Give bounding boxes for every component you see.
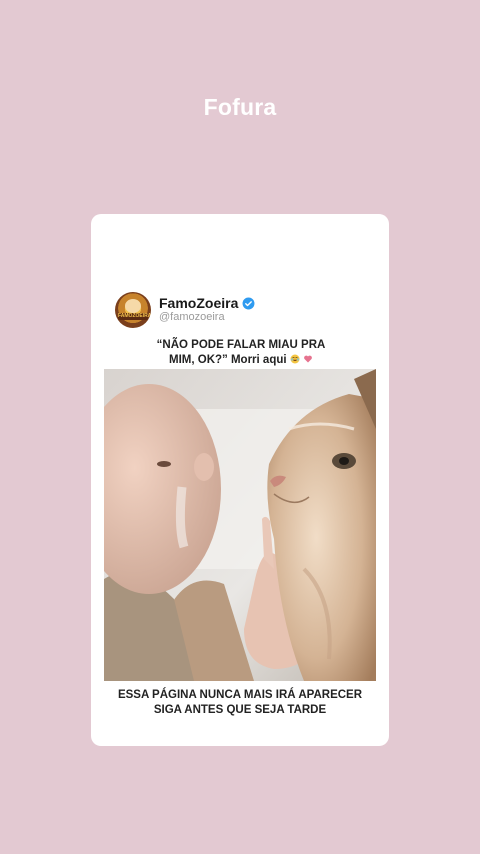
post-card[interactable]: FAMOZOEIRA FamoZoeira @famozoeira “NÃO P…: [91, 214, 389, 746]
heart-emoji-icon: [304, 355, 312, 363]
name-row: FamoZoeira: [159, 295, 255, 311]
caption-line-2-row: MIM, OK?” Morri aqui: [121, 353, 361, 368]
baby-and-cat-photo: [104, 369, 376, 681]
post-footer-text: ESSA PÁGINA NUNCA MAIS IRÁ APARECER SIGA…: [91, 688, 389, 718]
footer-line-1: ESSA PÁGINA NUNCA MAIS IRÁ APARECER: [117, 689, 363, 701]
caption-line-2: MIM, OK?” Morri aqui: [169, 354, 287, 366]
story-title: Fofura: [203, 94, 277, 120]
post-header: FAMOZOEIRA FamoZoeira @famozoeira: [115, 292, 365, 328]
post-caption: “NÃO PODE FALAR MIAU PRA MIM, OK?” Morri…: [121, 338, 361, 368]
footer-line-2: SIGA ANTES QUE SEJA TARDE: [153, 704, 327, 716]
display-name[interactable]: FamoZoeira: [159, 295, 238, 311]
avatar[interactable]: FAMOZOEIRA: [115, 292, 151, 328]
avatar-face-icon: [125, 299, 141, 313]
verified-badge-icon: [242, 297, 255, 309]
caption-line-1: “NÃO PODE FALAR MIAU PRA: [156, 339, 326, 351]
post-video[interactable]: [104, 369, 376, 681]
user-handle: @famozoeira: [159, 311, 225, 323]
laughing-crying-emoji-icon: [290, 354, 300, 364]
avatar-label: FAMOZOEIRA: [118, 313, 151, 320]
